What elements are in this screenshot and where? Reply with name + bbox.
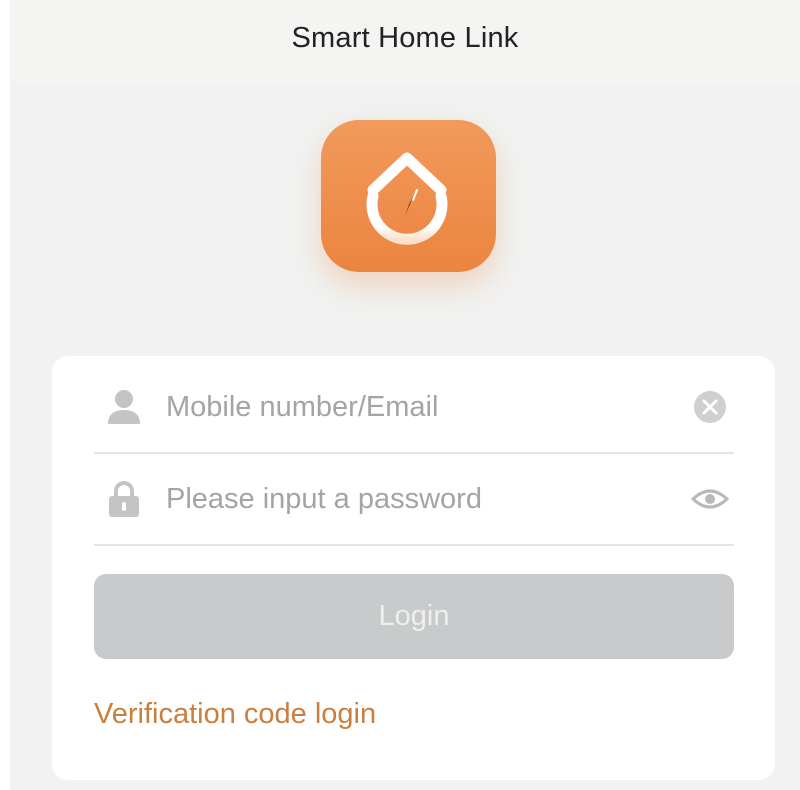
login-card: Login Verification code login (52, 356, 775, 780)
clear-icon[interactable] (690, 387, 730, 427)
lock-icon (104, 479, 144, 519)
account-row (94, 362, 734, 454)
account-input[interactable] (166, 390, 666, 424)
password-row (94, 454, 734, 546)
login-button[interactable]: Login (94, 574, 734, 659)
app-logo (321, 120, 496, 272)
eye-icon[interactable] (690, 479, 730, 519)
smart-home-logo-icon (366, 152, 448, 245)
password-input[interactable] (166, 482, 666, 516)
user-icon (104, 387, 144, 427)
verification-code-login-link[interactable]: Verification code login (94, 698, 376, 731)
login-screen: Smart Home Link Mobile number/Email Logi… (10, 0, 800, 790)
app-title: Smart Home Link (291, 21, 519, 54)
title-bar: Smart Home Link (10, 0, 800, 82)
